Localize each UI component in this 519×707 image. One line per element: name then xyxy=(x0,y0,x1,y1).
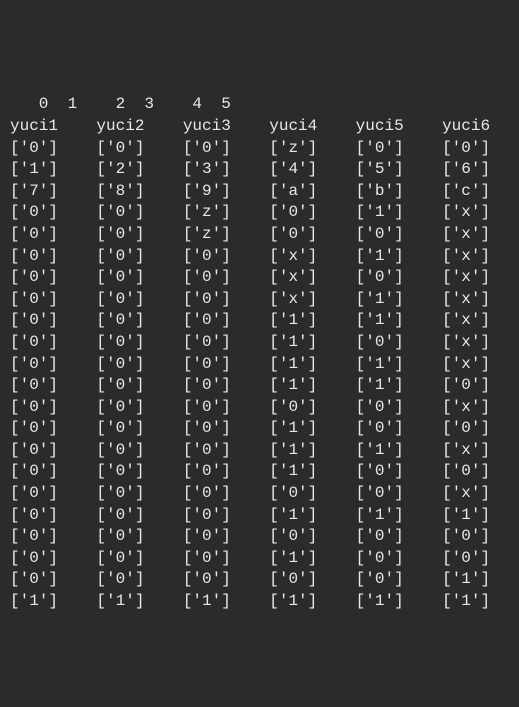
header-line: yuci1 yuci2 yuci3 yuci4 yuci5 yuci6 xyxy=(10,117,490,135)
console-output: 0 1 2 3 4 5 yuci1 yuci2 yuci3 yuci4 yuci… xyxy=(10,94,490,612)
index-line: 0 1 2 3 4 5 xyxy=(10,95,231,113)
data-lines: ['0'] ['0'] ['0'] ['z'] ['0'] ['0'] ['1'… xyxy=(10,139,490,610)
